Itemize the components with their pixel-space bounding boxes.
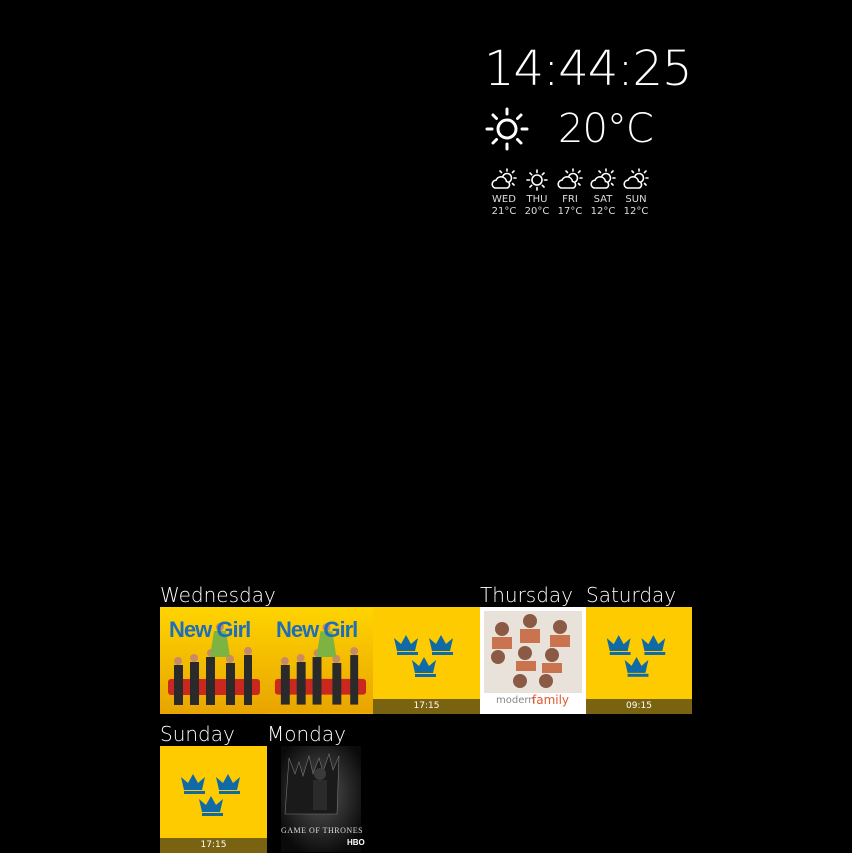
three-crowns-icon <box>394 635 453 677</box>
day-heading-wednesday: Wednesday <box>160 583 276 607</box>
forecast-day-temp: 21°C <box>491 206 517 217</box>
forecast-day: WED 21°C <box>487 168 521 218</box>
current-temperature: 20°C <box>558 106 654 152</box>
forecast-day-temp: 12°C <box>623 206 649 217</box>
day-heading-thursday: Thursday <box>480 583 573 607</box>
day-heading-monday: Monday <box>267 722 346 746</box>
show-tile-modern-family[interactable]: modern family <box>480 607 586 714</box>
forecast-day-name: THU <box>526 194 548 205</box>
show-tile-new-girl[interactable]: New Girl <box>160 607 267 714</box>
forecast-day: FRI 17°C <box>553 168 587 218</box>
forecast-day-temp: 20°C <box>524 206 550 217</box>
forecast-day-temp: 12°C <box>590 206 616 217</box>
show-tile-new-girl[interactable]: New Girl <box>267 607 373 714</box>
modern-family-poster <box>484 611 582 693</box>
partly-cloudy-icon <box>491 168 517 189</box>
tv-schedule: Wednesday Thursday Saturday Sunday Monda… <box>160 583 692 853</box>
show-time: 09:15 <box>586 699 692 714</box>
day-heading-saturday: Saturday <box>586 583 677 607</box>
forecast-day-name: WED <box>492 194 516 205</box>
sun-icon <box>485 107 529 151</box>
three-crowns-icon <box>606 635 666 677</box>
game-of-thrones-logo: GAME OF THRONES <box>281 826 364 835</box>
partly-cloudy-icon <box>623 168 649 189</box>
show-tile-three-crowns[interactable]: 09:15 <box>586 607 692 714</box>
show-time: 17:15 <box>160 838 267 853</box>
show-tile-three-crowns[interactable]: 17:15 <box>373 607 480 714</box>
new-girl-logo: New Girl <box>276 617 358 642</box>
forecast-day-name: SAT <box>593 194 613 205</box>
forecast-day-name: SUN <box>625 194 647 205</box>
partly-cloudy-icon <box>557 168 583 189</box>
three-crowns-icon <box>181 774 240 816</box>
sun-icon <box>526 169 548 191</box>
forecast: WED 21°C THU 20°C FRI 17°C SAT 12°C SUN … <box>487 168 657 228</box>
game-of-thrones-poster <box>281 746 361 852</box>
forecast-day: SAT 12°C <box>586 168 620 218</box>
modern-family-logo-a: modern <box>496 695 535 706</box>
forecast-day: THU 20°C <box>520 168 554 218</box>
partly-cloudy-icon <box>590 168 616 189</box>
show-time: 17:15 <box>373 699 480 714</box>
forecast-day-name: FRI <box>562 194 578 205</box>
forecast-day-temp: 17°C <box>557 206 583 217</box>
forecast-day: SUN 12°C <box>619 168 653 218</box>
new-girl-logo: New Girl <box>169 617 251 642</box>
show-tile-game-of-thrones[interactable]: GAME OF THRONES HBO <box>267 746 373 852</box>
day-heading-sunday: Sunday <box>160 722 235 746</box>
show-tile-three-crowns[interactable]: 17:15 <box>160 746 267 853</box>
hbo-logo: HBO <box>347 838 365 847</box>
modern-family-logo-b: family <box>532 693 570 707</box>
clock: 14:44:25 <box>484 41 693 97</box>
current-weather: 20°C <box>484 106 664 152</box>
